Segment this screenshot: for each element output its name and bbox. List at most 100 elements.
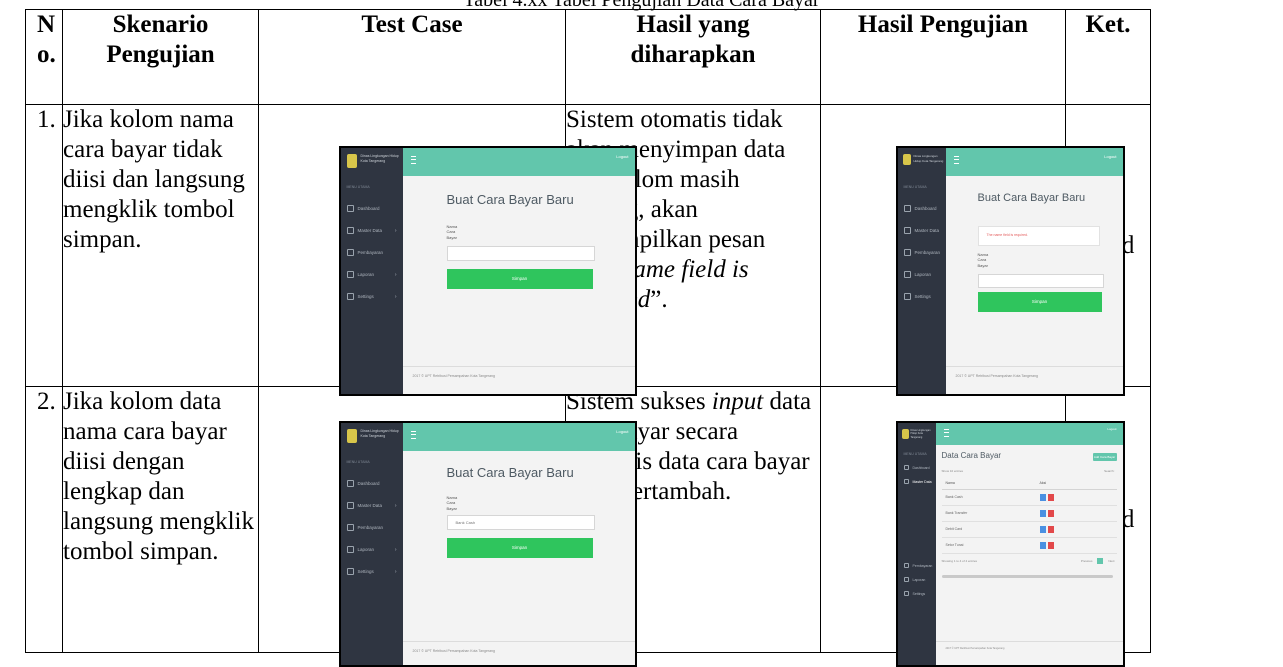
app-brand: Dinas Lingkungan Hidup Kota Tangerang bbox=[360, 153, 399, 163]
sidebar-item-pembayaran[interactable]: Pembayaran bbox=[341, 517, 403, 539]
delete-icon[interactable] bbox=[1047, 525, 1054, 533]
sidebar-item-master-data[interactable]: Master Data › bbox=[341, 220, 403, 242]
sidebar-item-dashboard[interactable]: Dashboard bbox=[898, 198, 946, 220]
name-input[interactable] bbox=[977, 273, 1104, 288]
sidebar-item-pembayaran[interactable]: Pembayaran bbox=[898, 559, 936, 573]
simpan-button[interactable]: Simpan bbox=[977, 291, 1102, 312]
app-footer: 2017 © UPT Retribusi Persampahan Kota Ta… bbox=[402, 640, 635, 665]
menu-heading: MENU UTAMA bbox=[346, 459, 370, 464]
page-title: Buat Cara Bayar Baru bbox=[446, 464, 574, 480]
payment-icon bbox=[346, 523, 354, 531]
edit-icon[interactable] bbox=[1039, 493, 1046, 501]
hasil-cell: Dinas Lingkungan Hidup Kota Tangerang ME… bbox=[820, 104, 1125, 396]
form-screenshot-error: Dinas Lingkungan Hidup Kota Tangerang ME… bbox=[895, 145, 1125, 396]
sidebar-item-laporan[interactable]: Laporan › bbox=[341, 264, 403, 286]
skenario-cell: Jika kolom nama cara bayar tidak diisi d… bbox=[62, 104, 259, 387]
sidebar-item-settings[interactable]: Settings bbox=[898, 587, 936, 601]
test-case-cell: Dinas Lingkungan Hidup Kota Tangerang ME… bbox=[258, 386, 637, 667]
app-topbar: Logout bbox=[402, 422, 635, 451]
logout-link[interactable]: Logout bbox=[616, 154, 628, 159]
app-footer: 2017 © UPT Retribusi Persampahan Kota Ta… bbox=[945, 365, 1123, 391]
gear-icon bbox=[346, 292, 354, 300]
payment-icon bbox=[346, 248, 354, 256]
row-number: 2. bbox=[25, 386, 63, 653]
simpan-button[interactable]: Simpan bbox=[446, 537, 593, 558]
edit-icon[interactable] bbox=[1039, 509, 1046, 517]
sidebar-item-dashboard[interactable]: Dashboard bbox=[898, 461, 936, 475]
field-label: Nama Cara Bayar bbox=[977, 251, 989, 268]
app-footer: 2017 © UPT Retribusi Persampahan Kota Ta… bbox=[935, 640, 1123, 662]
form-screenshot-empty: Dinas Lingkungan Hidup Kota Tangerang ME… bbox=[338, 145, 637, 396]
logout-link[interactable]: Logout bbox=[616, 429, 628, 434]
menu-icon[interactable] bbox=[410, 430, 416, 439]
gear-icon bbox=[903, 292, 911, 300]
sidebar-item-pembayaran[interactable]: Pembayaran bbox=[898, 242, 946, 264]
entries-info: Showing 1 to 4 of 4 entries bbox=[941, 558, 978, 563]
menu-heading: MENU UTAMA bbox=[346, 184, 370, 189]
pager-previous[interactable]: Previous bbox=[1081, 559, 1093, 563]
app-sidebar: Dinas Lingkungan Hidup Kota Tangerang ME… bbox=[340, 147, 403, 394]
sidebar-item-laporan[interactable]: Laporan bbox=[898, 264, 946, 286]
menu-icon[interactable] bbox=[943, 428, 949, 437]
name-input[interactable] bbox=[446, 245, 595, 261]
table-row: 2. Jika kolom data nama cara bayar diisi… bbox=[25, 386, 1151, 667]
app-topbar: Logout bbox=[935, 422, 1123, 445]
app-logo bbox=[346, 153, 357, 168]
field-label: Nama Cara Bayar bbox=[446, 223, 458, 240]
hasil-cell: Dinas Lingkungan Hidup Kota Tangerang ME… bbox=[820, 386, 1125, 667]
name-input[interactable]: Bank Cash bbox=[446, 514, 595, 530]
form-screenshot-filled: Dinas Lingkungan Hidup Kota Tangerang ME… bbox=[338, 420, 637, 667]
sidebar-item-settings[interactable]: Settings › bbox=[341, 561, 403, 583]
report-icon bbox=[346, 270, 354, 278]
show-entries-select[interactable]: Show 10 entries bbox=[942, 469, 964, 473]
table-row: 1. Jika kolom nama cara bayar tidak diis… bbox=[25, 104, 1151, 396]
logout-link[interactable]: Logout bbox=[1107, 427, 1116, 431]
app-sidebar: Dinas Lingkungan Hidup Kota Tangerang ME… bbox=[340, 422, 403, 665]
table-header: Nama Aksi bbox=[941, 477, 1117, 490]
sidebar-item-master-data[interactable]: Master Data › bbox=[341, 495, 403, 517]
logout-link[interactable]: Logout bbox=[1104, 154, 1116, 159]
header-skenario: Skenario Pengujian bbox=[62, 9, 259, 105]
chevron-right-icon: › bbox=[394, 546, 397, 553]
delete-icon[interactable] bbox=[1047, 493, 1054, 501]
sidebar-item-dashboard[interactable]: Dashboard bbox=[341, 473, 403, 495]
sidebar-item-master-data[interactable]: Master Data bbox=[898, 220, 946, 242]
gear-icon bbox=[346, 567, 354, 575]
report-icon bbox=[903, 270, 911, 278]
list-screenshot: Dinas Lingkungan Hidup Kota Tangerang ME… bbox=[895, 420, 1125, 667]
chevron-right-icon: › bbox=[394, 293, 397, 300]
sidebar-item-laporan[interactable]: Laporan › bbox=[341, 539, 403, 561]
delete-icon[interactable] bbox=[1047, 509, 1054, 517]
table-row: Debit Card bbox=[941, 523, 1117, 538]
database-icon bbox=[346, 226, 354, 234]
database-icon bbox=[346, 501, 354, 509]
menu-icon[interactable] bbox=[953, 155, 959, 164]
page-title: Data Cara Bayar bbox=[941, 450, 1002, 460]
database-icon bbox=[903, 226, 911, 234]
delete-icon[interactable] bbox=[1047, 541, 1054, 549]
pager-current[interactable] bbox=[1096, 557, 1103, 564]
sidebar-item-pembayaran[interactable]: Pembayaran bbox=[341, 242, 403, 264]
skenario-cell: Jika kolom data nama cara bayar diisi de… bbox=[62, 386, 259, 653]
header-ket: Ket. bbox=[1065, 9, 1151, 105]
add-cara-bayar-button[interactable]: Add Cara Bayar bbox=[1092, 452, 1117, 461]
horizontal-scrollbar[interactable] bbox=[941, 574, 1113, 578]
sidebar-item-dashboard[interactable]: Dashboard bbox=[341, 198, 403, 220]
simpan-button[interactable]: Simpan bbox=[446, 268, 593, 289]
edit-icon[interactable] bbox=[1039, 525, 1046, 533]
sidebar-item-laporan[interactable]: Laporan bbox=[898, 573, 936, 587]
menu-heading: MENU UTAMA bbox=[903, 451, 927, 456]
table-row: Bank Cash bbox=[941, 491, 1117, 506]
test-table: No. Skenario Pengujian Test Case Hasil y… bbox=[25, 9, 1151, 667]
page-title: Buat Cara Bayar Baru bbox=[446, 191, 574, 207]
menu-heading: MENU UTAMA bbox=[903, 184, 927, 189]
payment-icon bbox=[903, 248, 911, 256]
sidebar-item-settings[interactable]: Settings bbox=[898, 286, 946, 308]
error-alert: The name field is required. bbox=[977, 225, 1100, 246]
dashboard-icon bbox=[903, 204, 911, 212]
menu-icon[interactable] bbox=[410, 155, 416, 164]
pager-next[interactable]: Next bbox=[1108, 559, 1114, 563]
sidebar-item-master-data[interactable]: Master Data bbox=[898, 475, 936, 489]
sidebar-item-settings[interactable]: Settings › bbox=[341, 286, 403, 308]
edit-icon[interactable] bbox=[1039, 541, 1046, 549]
